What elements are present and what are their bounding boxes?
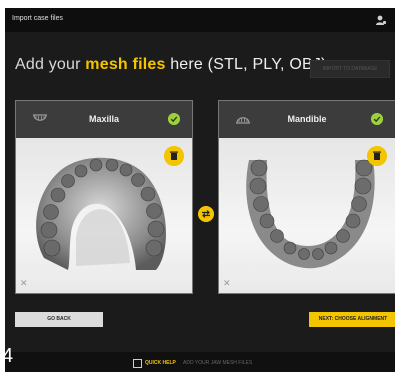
bottom-bar: QUICK HELP ADD YOUR JAW MESH FILES — [5, 352, 395, 372]
headline-suffix: here (STL, PLY, OBJ). — [165, 56, 332, 73]
swap-icon[interactable] — [198, 206, 214, 222]
mandible-label: Mandible — [287, 114, 327, 124]
maxilla-card[interactable]: Maxilla ✕ — [15, 100, 193, 294]
page-headline: Add your mesh files here (STL, PLY, OBJ)… — [15, 56, 331, 74]
clear-icon[interactable]: ✕ — [223, 278, 231, 289]
maxilla-preview: ✕ — [16, 138, 192, 293]
checkbox-icon[interactable] — [133, 359, 142, 368]
quick-help-label[interactable]: QUICK HELP — [145, 360, 176, 366]
mandible-card-header: Mandible — [219, 101, 395, 138]
maxilla-label: Maxilla — [88, 114, 119, 124]
delete-icon[interactable] — [164, 146, 184, 166]
figure-number: 4 — [2, 345, 14, 367]
next-button[interactable]: NEXT: CHOOSE ALIGNMENT — [309, 312, 395, 327]
quick-help-hint: ADD YOUR JAW MESH FILES — [183, 360, 253, 366]
user-icon[interactable] — [375, 14, 387, 26]
go-back-button[interactable]: GO BACK — [15, 312, 103, 327]
delete-icon[interactable] — [367, 146, 387, 166]
import-button[interactable]: IMPORT TO DATABASE — [310, 60, 390, 78]
window-title: Import case files — [12, 15, 63, 22]
clear-icon[interactable]: ✕ — [20, 278, 28, 289]
mandible-card[interactable]: Mandible ✕ — [218, 100, 395, 294]
maxilla-card-header: Maxilla — [16, 101, 192, 138]
mandible-preview: ✕ — [219, 138, 395, 293]
title-bar: Import case files — [5, 8, 395, 32]
check-icon — [168, 113, 180, 125]
app-window: Import case files Add your mesh files he… — [5, 8, 395, 372]
headline-highlight: mesh files — [85, 56, 166, 73]
headline-prefix: Add your — [15, 56, 86, 73]
check-icon — [371, 113, 383, 125]
